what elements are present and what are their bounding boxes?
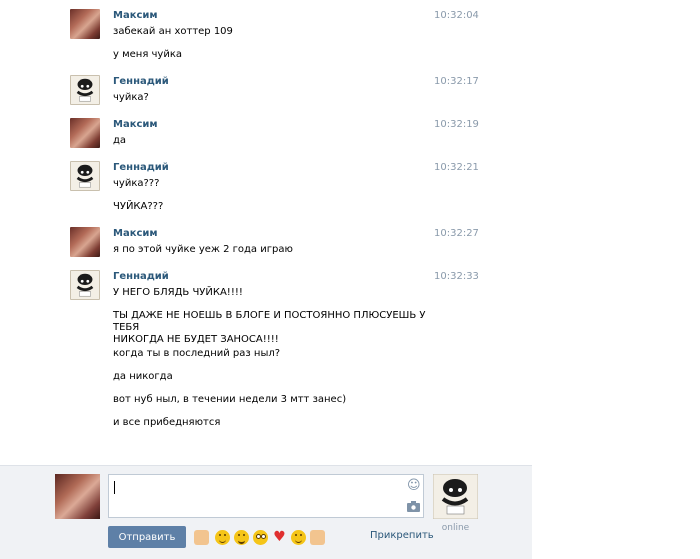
message-group: Максим 10:32:27 я по этой чуйке уеж 2 го…: [70, 227, 490, 257]
message-text: я по этой чуйке уеж 2 года играю: [113, 244, 293, 255]
author-avatar[interactable]: [70, 9, 100, 39]
message-time: 10:32:19: [434, 119, 479, 130]
blush-emoji[interactable]: [253, 530, 268, 545]
author-name[interactable]: Геннадий: [113, 161, 169, 174]
message-group: Геннадий 10:32:17 чуйка?: [70, 75, 490, 105]
message-time: 10:32:17: [434, 76, 479, 87]
author-avatar[interactable]: [70, 75, 100, 105]
author-name[interactable]: Максим: [113, 118, 158, 131]
emoji-picker-icon[interactable]: ☺: [407, 479, 421, 492]
author-avatar[interactable]: [70, 118, 100, 148]
message-text: У НЕГО БЛЯДЬ ЧУЙКА!!!!: [113, 287, 243, 298]
happy-emoji[interactable]: [291, 530, 306, 545]
message-text: вот нуб ныл, в течении недели 3 мтт зане…: [113, 394, 347, 405]
text-caret: [114, 481, 115, 494]
my-avatar[interactable]: [55, 474, 100, 519]
message-time: 10:32:04: [434, 10, 479, 21]
message-text: у меня чуйка: [113, 49, 183, 60]
author-name[interactable]: Геннадий: [113, 270, 169, 283]
attach-link[interactable]: Прикрепить: [370, 530, 434, 541]
message-time: 10:32:21: [434, 162, 479, 173]
message-composer: ☺ Отправить ♥ Прикрепить online: [0, 465, 532, 559]
muscle-emoji[interactable]: [310, 530, 325, 545]
author-avatar[interactable]: [70, 270, 100, 300]
message-text: чуйка???: [113, 178, 160, 189]
author-avatar[interactable]: [70, 227, 100, 257]
message-text: чуйка?: [113, 92, 149, 103]
message-group: Геннадий 10:32:21 чуйка??? ЧУЙКА???: [70, 161, 490, 213]
message-text: ЧУЙКА???: [113, 201, 164, 212]
message-text: да никогда: [113, 371, 173, 382]
author-name[interactable]: Максим: [113, 9, 158, 22]
message-time: 10:32:33: [434, 271, 479, 282]
message-time: 10:32:27: [434, 228, 479, 239]
message-text: да: [113, 135, 127, 146]
author-name[interactable]: Максим: [113, 227, 158, 240]
message-text: и все прибедняются: [113, 417, 221, 428]
message-text: ТЫ ДАЖЕ НЕ НОЕШЬ В БЛОГЕ И ПОСТОЯННО ПЛЮ…: [113, 310, 426, 345]
smile-emoji[interactable]: [215, 530, 230, 545]
camera-icon[interactable]: [407, 501, 420, 512]
message-history: Максим 10:32:04 забекай ан хоттер 109 у …: [0, 0, 532, 465]
thumbs-up-emoji[interactable]: [194, 530, 209, 545]
author-name[interactable]: Геннадий: [113, 75, 169, 88]
author-avatar[interactable]: [70, 161, 100, 191]
peer-avatar[interactable]: [433, 474, 478, 519]
grin-emoji[interactable]: [234, 530, 249, 545]
message-group: Геннадий 10:32:33 У НЕГО БЛЯДЬ ЧУЙКА!!!!…: [70, 270, 490, 432]
message-text: забекай ан хоттер 109: [113, 26, 233, 37]
online-status: online: [441, 523, 470, 533]
message-group: Максим 10:32:04 забекай ан хоттер 109 у …: [70, 9, 490, 60]
message-input[interactable]: ☺: [108, 474, 424, 518]
message-group: Максим 10:32:19 да: [70, 118, 490, 148]
message-text: когда ты в последний раз ныл?: [113, 348, 281, 359]
send-button[interactable]: Отправить: [108, 526, 186, 548]
heart-emoji[interactable]: ♥: [272, 530, 287, 545]
